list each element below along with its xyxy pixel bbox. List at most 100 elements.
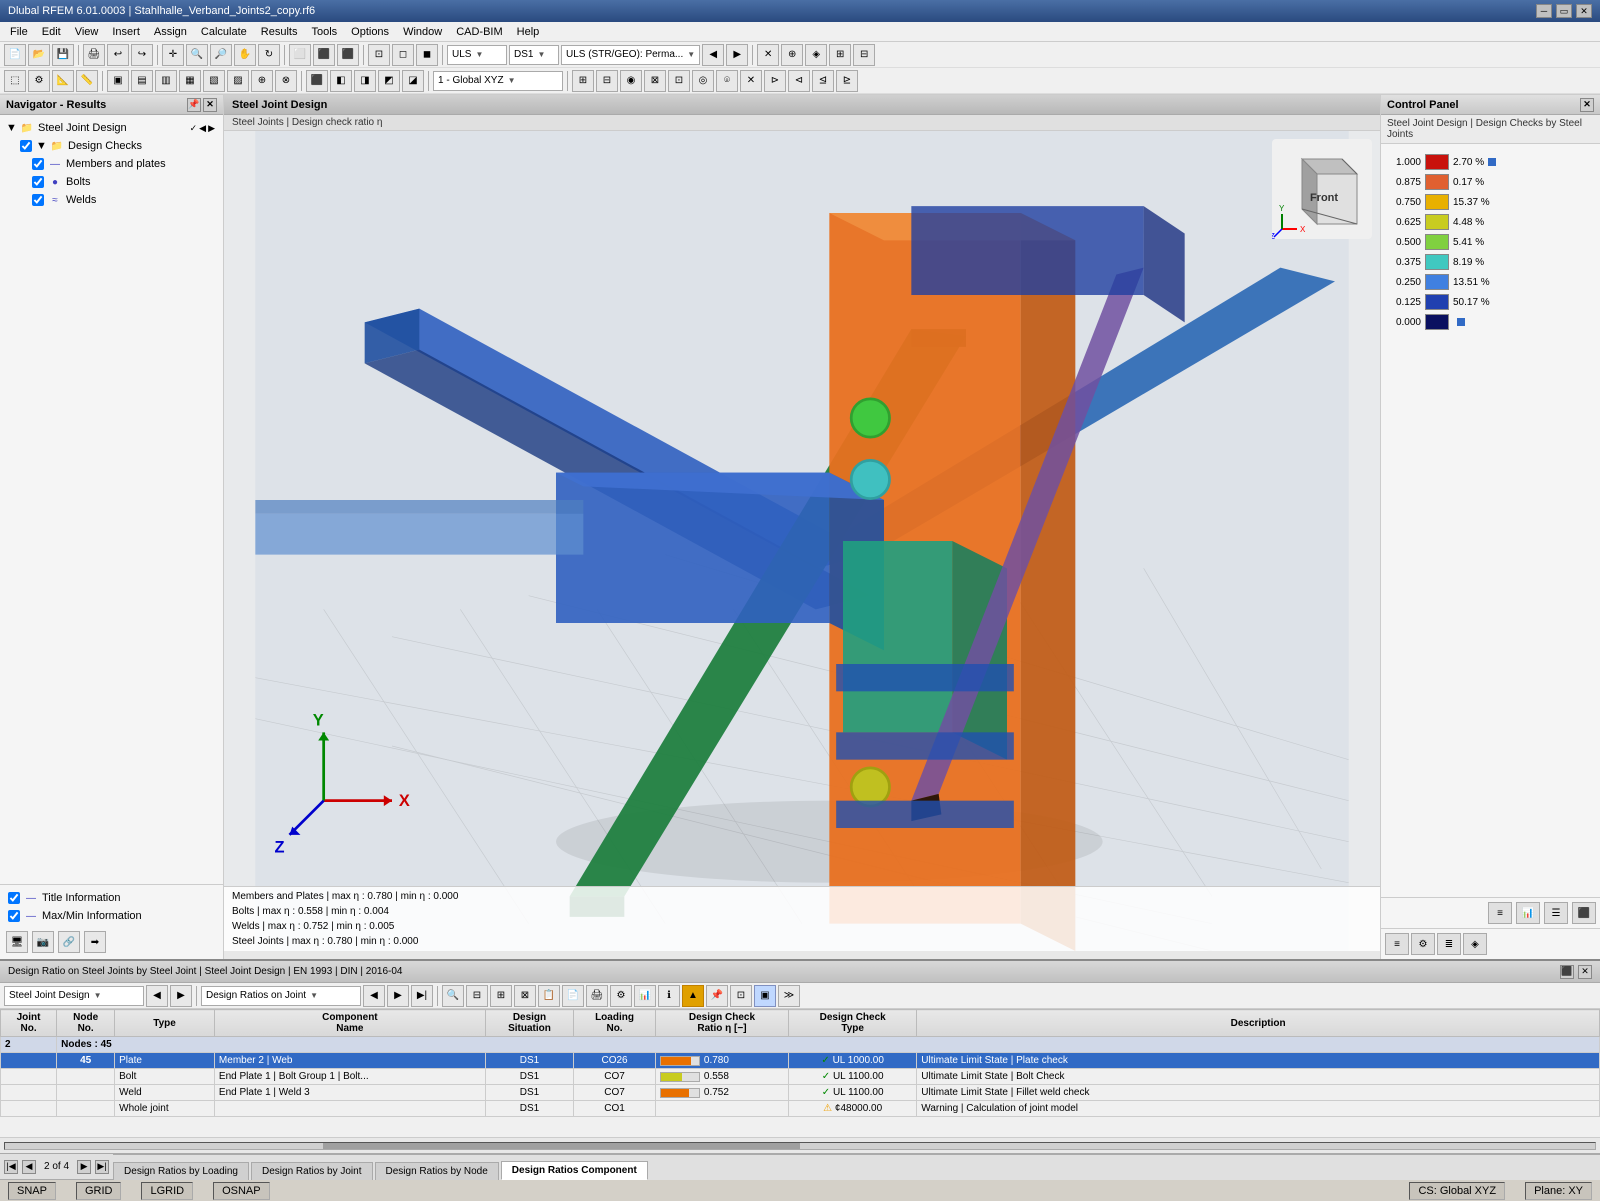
tb-next-case[interactable]: ▶	[726, 44, 748, 66]
restore-button[interactable]: ▭	[1556, 4, 1572, 18]
bt-next[interactable]: ▶	[170, 985, 192, 1007]
table-row[interactable]: 45PlateMember 2 | WebDS1CO260.780✓ UL 10…	[1, 1053, 1600, 1069]
tb-r2-14[interactable]: ◧	[330, 70, 352, 92]
bt-cols[interactable]: ⊡	[730, 985, 752, 1007]
tb-select[interactable]: ✛	[162, 44, 184, 66]
maxmin-checkbox[interactable]	[8, 910, 20, 922]
tb-wire[interactable]: ◻	[392, 44, 414, 66]
bt-active[interactable]: ▣	[754, 985, 776, 1007]
perm-combo[interactable]: ULS (STR/GEO): Perma...▼	[561, 45, 700, 65]
tb-zoom-in[interactable]: 🔍	[186, 44, 208, 66]
nav-expand-icon[interactable]: ▼	[6, 122, 18, 134]
tb-r2-19[interactable]: ⊟	[596, 70, 618, 92]
tb-r2-4[interactable]: 📏	[76, 70, 98, 92]
cp-btn-list[interactable]: ☰	[1544, 902, 1568, 924]
tb-side[interactable]: ⬛	[313, 44, 335, 66]
tb-r2-10[interactable]: ▨	[227, 70, 249, 92]
scrollbar-thumb[interactable]	[323, 1143, 800, 1149]
nav-footer-maxmin-info[interactable]: — Max/Min Information	[4, 907, 219, 925]
tb-extra-4[interactable]: ⊞	[829, 44, 851, 66]
coord-combo[interactable]: 1 - Global XYZ▼	[433, 71, 563, 91]
nav-icon-btn-3[interactable]: 🔗	[58, 931, 80, 953]
menu-results[interactable]: Results	[255, 24, 304, 40]
welds-checkbox[interactable]	[32, 194, 44, 206]
tb-r2-3[interactable]: 📐	[52, 70, 74, 92]
nav-pin-button[interactable]: 📌	[187, 98, 201, 112]
tb-r2-27[interactable]: ⊲	[788, 70, 810, 92]
menu-help[interactable]: Help	[511, 24, 546, 40]
menu-insert[interactable]: Insert	[106, 24, 146, 40]
joint-design-combo[interactable]: Steel Joint Design ▼	[4, 986, 144, 1006]
table-scrollbar[interactable]	[0, 1137, 1600, 1153]
design-checks-checkbox[interactable]	[20, 140, 32, 152]
tb-open[interactable]: 📂	[28, 44, 50, 66]
tb-r2-5[interactable]: ▣	[107, 70, 129, 92]
bt-print2[interactable]: 🖨	[586, 985, 608, 1007]
cp-btn-table[interactable]: ≡	[1488, 902, 1512, 924]
nav-footer-title-info[interactable]: — Title Information	[4, 889, 219, 907]
tb-r2-13[interactable]: ⬛	[306, 70, 328, 92]
bt-col[interactable]: ⊠	[514, 985, 536, 1007]
ds-combo[interactable]: DS1▼	[509, 45, 559, 65]
nav-icon-btn-1[interactable]: 🖥	[6, 931, 28, 953]
tb-r2-15[interactable]: ◨	[354, 70, 376, 92]
tb-save[interactable]: 💾	[52, 44, 74, 66]
tb-r2-23[interactable]: ◎	[692, 70, 714, 92]
status-snap[interactable]: SNAP	[8, 1182, 56, 1200]
status-lgrid[interactable]: LGRID	[141, 1182, 193, 1200]
bt-prev[interactable]: ◀	[146, 985, 168, 1007]
bt-chart2[interactable]: 📊	[634, 985, 656, 1007]
cp-btn-chart[interactable]: 📊	[1516, 902, 1540, 924]
cp-tb-4[interactable]: ◈	[1463, 933, 1487, 955]
status-osnap[interactable]: OSNAP	[213, 1182, 270, 1200]
page-first-button[interactable]: |◀	[4, 1160, 18, 1174]
bt-prev2[interactable]: ◀	[363, 985, 385, 1007]
table-row[interactable]: Whole jointDS1CO1⚠ ¢48000.00Warning | Ca…	[1, 1101, 1600, 1117]
cp-tb-1[interactable]: ≡	[1385, 933, 1409, 955]
viewport-canvas[interactable]: X Y Z	[224, 131, 1380, 951]
cp-tb-2[interactable]: ⚙	[1411, 933, 1435, 955]
bt-go[interactable]: ▶|	[411, 985, 433, 1007]
tb-r2-20[interactable]: ◉	[620, 70, 642, 92]
menu-calculate[interactable]: Calculate	[195, 24, 253, 40]
tb-solid[interactable]: ◼	[416, 44, 438, 66]
bt-excel[interactable]: 📋	[538, 985, 560, 1007]
members-plates-checkbox[interactable]	[32, 158, 44, 170]
nav-close-button[interactable]: ✕	[203, 98, 217, 112]
nav-item-steel-joint-design[interactable]: ▼ 📁 Steel Joint Design ✓ ◀ ▶	[4, 119, 219, 137]
bt-group[interactable]: ⊞	[490, 985, 512, 1007]
menu-options[interactable]: Options	[345, 24, 395, 40]
close-button[interactable]: ✕	[1576, 4, 1592, 18]
tb-prev-case[interactable]: ◀	[702, 44, 724, 66]
bt-search[interactable]: 🔍	[442, 985, 464, 1007]
tb-r2-8[interactable]: ▦	[179, 70, 201, 92]
design-ratios-combo[interactable]: Design Ratios on Joint ▼	[201, 986, 361, 1006]
bottom-close-button[interactable]: ✕	[1578, 965, 1592, 979]
menu-edit[interactable]: Edit	[36, 24, 67, 40]
menu-view[interactable]: View	[69, 24, 105, 40]
tb-r2-18[interactable]: ⊞	[572, 70, 594, 92]
nav-item-design-checks[interactable]: ▼ 📁 Design Checks	[4, 137, 219, 155]
tab-component[interactable]: Design Ratios Component	[501, 1161, 648, 1180]
page-next-button[interactable]: ▶	[77, 1160, 91, 1174]
nav-icon-btn-2[interactable]: 📷	[32, 931, 54, 953]
tb-r2-22[interactable]: ⊡	[668, 70, 690, 92]
tb-r2-29[interactable]: ⊵	[836, 70, 858, 92]
tb-redo[interactable]: ↪	[131, 44, 153, 66]
nav-item-welds[interactable]: ≈ Welds	[4, 191, 219, 209]
menu-assign[interactable]: Assign	[148, 24, 193, 40]
tb-extra-5[interactable]: ⊟	[853, 44, 875, 66]
table-row[interactable]: BoltEnd Plate 1 | Bolt Group 1 | Bolt...…	[1, 1069, 1600, 1085]
tb-r2-17[interactable]: ◪	[402, 70, 424, 92]
bt-extra[interactable]: ≫	[778, 985, 800, 1007]
tb-pan[interactable]: ✋	[234, 44, 256, 66]
status-grid[interactable]: GRID	[76, 1182, 122, 1200]
page-prev-button[interactable]: ◀	[22, 1160, 36, 1174]
bolts-checkbox[interactable]	[32, 176, 44, 188]
bt-highlight[interactable]: ▲	[682, 985, 704, 1007]
tb-extra-1[interactable]: ✕	[757, 44, 779, 66]
tb-r2-12[interactable]: ⊗	[275, 70, 297, 92]
tb-r2-26[interactable]: ⊳	[764, 70, 786, 92]
tb-r2-9[interactable]: ▧	[203, 70, 225, 92]
cp-close-button[interactable]: ✕	[1580, 98, 1594, 112]
